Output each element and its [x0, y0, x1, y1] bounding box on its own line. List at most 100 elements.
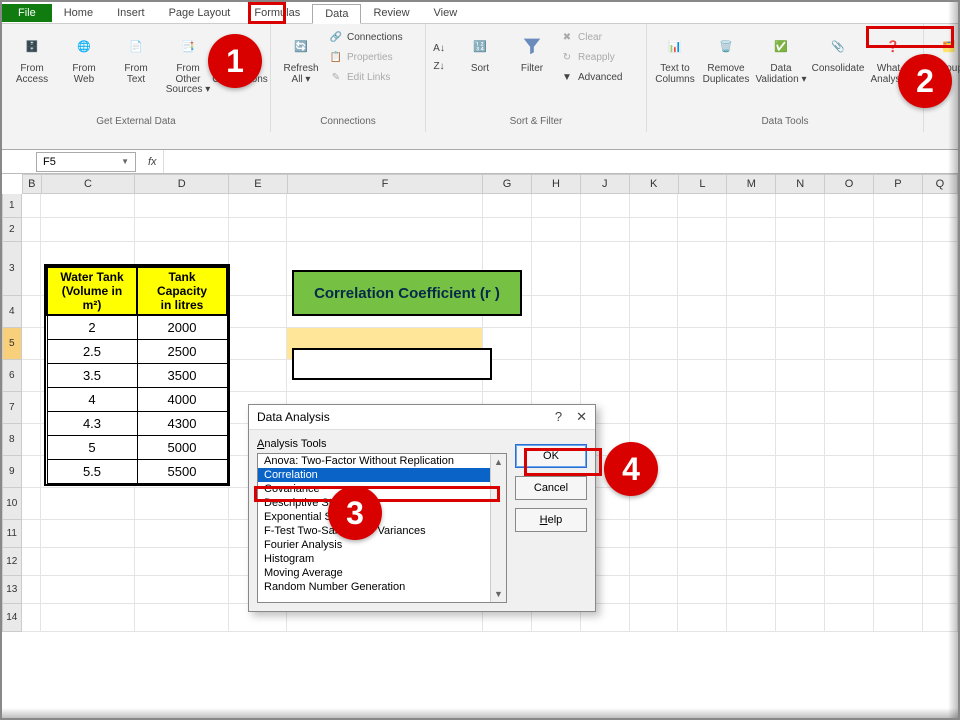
cell[interactable]: [874, 424, 923, 456]
cell[interactable]: [874, 488, 923, 520]
cell[interactable]: [229, 328, 288, 360]
cell[interactable]: [229, 360, 288, 392]
cancel-button[interactable]: Cancel: [515, 476, 587, 500]
row-header-10[interactable]: 10: [2, 488, 22, 520]
col-header-D[interactable]: D: [135, 174, 229, 194]
col-header-E[interactable]: E: [229, 174, 288, 194]
col-header-Q[interactable]: Q: [923, 174, 958, 194]
cell[interactable]: [41, 218, 135, 242]
tab-home[interactable]: Home: [52, 4, 105, 22]
cell[interactable]: [678, 218, 727, 242]
cell[interactable]: [678, 194, 727, 218]
sort-button[interactable]: 🔢Sort: [456, 28, 504, 86]
cell[interactable]: [678, 488, 727, 520]
cell[interactable]: [630, 392, 679, 424]
scroll-down-icon[interactable]: ▼: [491, 586, 506, 602]
cell[interactable]: [41, 520, 135, 548]
cell[interactable]: [581, 218, 630, 242]
col-header-O[interactable]: O: [825, 174, 874, 194]
cell[interactable]: [22, 488, 42, 520]
edit-links-button[interactable]: ✎Edit Links: [329, 68, 419, 86]
cell[interactable]: [41, 194, 135, 218]
cell[interactable]: [41, 548, 135, 576]
cell[interactable]: [825, 520, 874, 548]
cell[interactable]: [874, 520, 923, 548]
cell[interactable]: [727, 392, 776, 424]
row-header-11[interactable]: 11: [2, 520, 22, 548]
cell[interactable]: [287, 194, 482, 218]
cell[interactable]: [532, 218, 581, 242]
col-header-F[interactable]: F: [288, 174, 483, 194]
cell[interactable]: [135, 218, 229, 242]
cell[interactable]: [923, 328, 958, 360]
from-web-button[interactable]: 🌐FromWeb: [60, 28, 108, 96]
dialog-close-icon[interactable]: ✕: [576, 409, 587, 425]
cell[interactable]: [923, 604, 958, 632]
col-header-K[interactable]: K: [630, 174, 679, 194]
connections-button[interactable]: 🔗Connections: [329, 28, 419, 46]
cell[interactable]: [135, 194, 229, 218]
cell[interactable]: [825, 392, 874, 424]
cell[interactable]: [41, 488, 135, 520]
row-header-6[interactable]: 6: [2, 360, 22, 392]
cell[interactable]: [678, 548, 727, 576]
col-header-H[interactable]: H: [532, 174, 581, 194]
cell[interactable]: [874, 576, 923, 604]
cell[interactable]: [874, 194, 923, 218]
cell[interactable]: [483, 218, 532, 242]
cell[interactable]: [727, 242, 776, 296]
cell[interactable]: [630, 604, 679, 632]
sort-za-button[interactable]: Z↓: [432, 57, 452, 75]
from-text-button[interactable]: 📄FromText: [112, 28, 160, 96]
cell[interactable]: [630, 296, 679, 328]
consolidate-button[interactable]: 📎Consolidate: [811, 28, 865, 85]
cell[interactable]: [825, 424, 874, 456]
cell[interactable]: [135, 548, 229, 576]
list-item[interactable]: Random Number Generation: [258, 580, 506, 594]
cell[interactable]: [923, 218, 958, 242]
cell[interactable]: [22, 328, 42, 360]
tab-file[interactable]: File: [2, 4, 52, 22]
col-header-M[interactable]: M: [727, 174, 776, 194]
cell[interactable]: [22, 604, 42, 632]
cell[interactable]: [135, 576, 229, 604]
cell[interactable]: [825, 242, 874, 296]
cell[interactable]: [22, 456, 42, 488]
cell[interactable]: [727, 360, 776, 392]
cell[interactable]: [532, 360, 581, 392]
properties-button[interactable]: 📋Properties: [329, 48, 419, 66]
cell[interactable]: [678, 520, 727, 548]
cell[interactable]: [727, 328, 776, 360]
cell[interactable]: [825, 360, 874, 392]
cell[interactable]: [678, 424, 727, 456]
cell[interactable]: [825, 548, 874, 576]
cell[interactable]: [727, 218, 776, 242]
cell[interactable]: [22, 424, 42, 456]
list-item[interactable]: F-Test Two-Sample for Variances: [258, 524, 506, 538]
cell[interactable]: [776, 424, 825, 456]
cell[interactable]: [532, 296, 581, 328]
cell[interactable]: [874, 296, 923, 328]
cell[interactable]: [825, 218, 874, 242]
cell[interactable]: [776, 604, 825, 632]
cell[interactable]: [630, 328, 679, 360]
cell[interactable]: [532, 328, 581, 360]
cell[interactable]: [727, 576, 776, 604]
cell[interactable]: [825, 604, 874, 632]
cell[interactable]: [630, 520, 679, 548]
cell[interactable]: [923, 392, 958, 424]
cell[interactable]: [825, 576, 874, 604]
cell[interactable]: [874, 328, 923, 360]
cell[interactable]: [229, 242, 288, 296]
cell[interactable]: [135, 604, 229, 632]
cell[interactable]: [22, 520, 42, 548]
tab-view[interactable]: View: [422, 4, 470, 22]
cell[interactable]: [923, 456, 958, 488]
cell[interactable]: [678, 576, 727, 604]
cell[interactable]: [229, 296, 288, 328]
cell[interactable]: [923, 296, 958, 328]
cell[interactable]: [581, 194, 630, 218]
cell[interactable]: [727, 520, 776, 548]
cell[interactable]: [776, 194, 825, 218]
cell[interactable]: [630, 548, 679, 576]
